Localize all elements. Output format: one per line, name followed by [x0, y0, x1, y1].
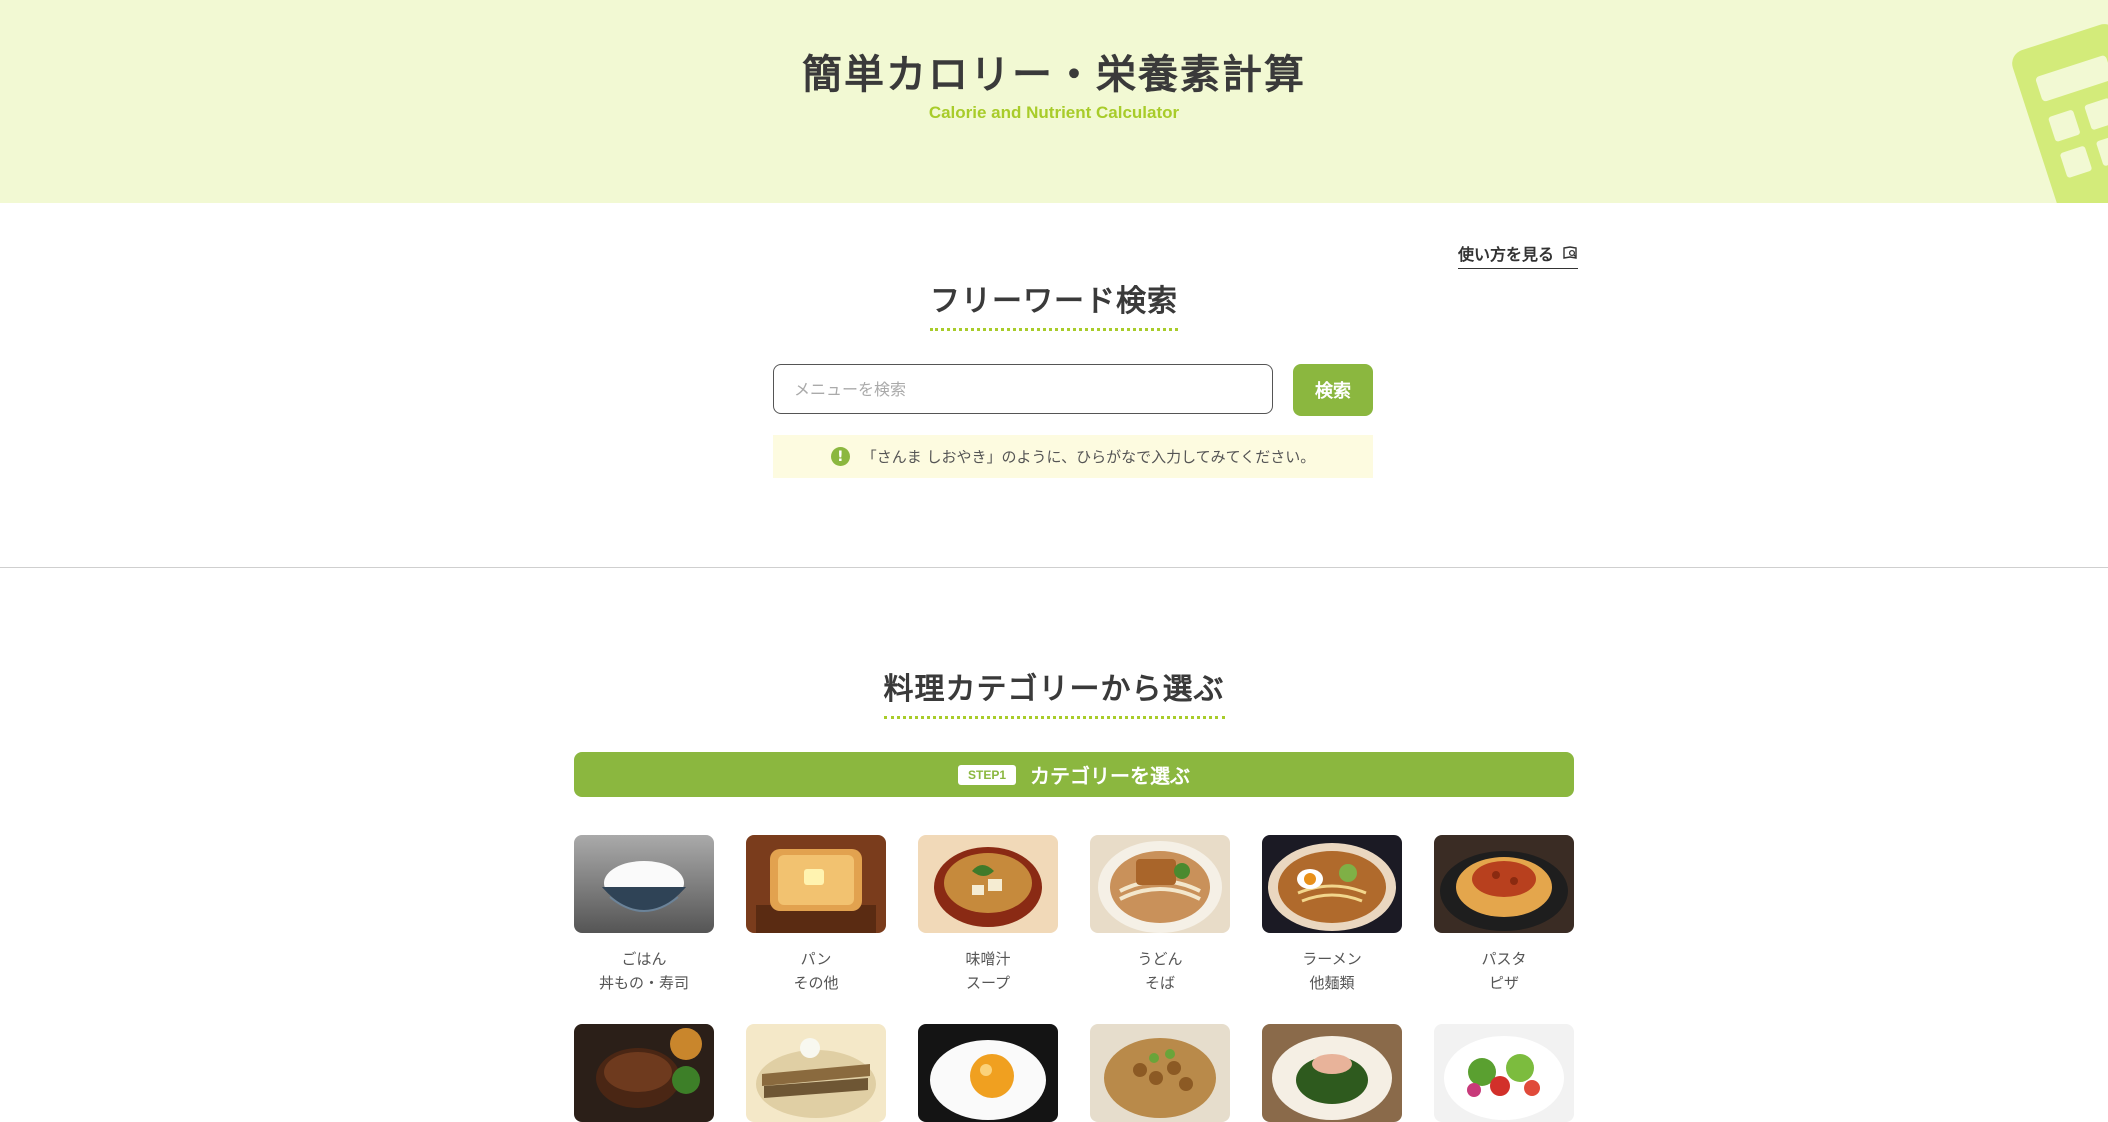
howto-label: 使い方を見る	[1458, 245, 1555, 264]
search-section: フリーワード検索	[0, 276, 2108, 331]
category-section: 料理カテゴリーから選ぶ	[0, 664, 2108, 719]
category-item-salad[interactable]	[1434, 1024, 1574, 1122]
page-title: 簡単カロリー・栄養素計算	[802, 52, 1306, 98]
category-item-ramen[interactable]: ラーメン 他麺類	[1262, 835, 1402, 995]
ramen-image	[1262, 835, 1402, 933]
grilled-fish-image	[746, 1024, 886, 1122]
fried-egg-image	[918, 1024, 1058, 1122]
category-item-miso-soup[interactable]: 味噌汁 スープ	[918, 835, 1058, 995]
category-label-line2: 他麺類	[1309, 974, 1355, 992]
search-input[interactable]	[773, 364, 1273, 414]
rice-bowl-image	[574, 835, 714, 933]
category-label-line2: スープ	[965, 974, 1011, 992]
category-item-egg[interactable]	[918, 1024, 1058, 1122]
page-subtitle: Calorie and Nutrient Calculator	[928, 103, 1180, 122]
step-badge: STEP1	[957, 764, 1016, 785]
search-button[interactable]: 検索	[1293, 364, 1373, 416]
category-item-bread[interactable]: パン その他	[746, 835, 886, 995]
category-item-natto[interactable]	[1090, 1024, 1230, 1122]
hamburg-steak-image	[574, 1024, 714, 1122]
category-item-rice[interactable]: ごはん 丼もの・寿司	[574, 835, 714, 995]
page-header: 簡単カロリー・栄養素計算 Calorie and Nutrient Calcul…	[0, 0, 2108, 203]
pasta-image	[1434, 835, 1574, 933]
category-item-grilled-fish[interactable]	[746, 1024, 886, 1122]
step-label: カテゴリーを選ぶ	[1030, 764, 1190, 788]
category-item-hamburg[interactable]	[574, 1024, 714, 1122]
toast-image	[746, 835, 886, 933]
step-bar: STEP1 カテゴリーを選ぶ	[574, 752, 1574, 797]
category-item-ohitashi[interactable]	[1262, 1024, 1402, 1122]
salad-image	[1434, 1024, 1574, 1122]
category-label-line2: ピザ	[1488, 974, 1519, 992]
category-label-line2: そば	[1144, 974, 1175, 992]
spinach-ohitashi-image	[1262, 1024, 1402, 1122]
category-label-line1: パン	[800, 950, 832, 968]
natto-image	[1090, 1024, 1230, 1122]
udon-image	[1090, 835, 1230, 933]
search-hint: ! 「さんま しおやき」のように、ひらがなで入力してみてください。	[773, 435, 1373, 478]
search-hint-text: 「さんま しおやき」のように、ひらがなで入力してみてください。	[861, 448, 1316, 466]
calculator-decoration-icon	[2012, 24, 2108, 203]
category-label-line2: その他	[793, 974, 839, 992]
exclamation-icon: !	[830, 447, 850, 466]
howto-link[interactable]: 使い方を見る	[1458, 241, 1579, 269]
category-label-line2: 丼もの・寿司	[598, 974, 689, 992]
category-label-line1: 味噌汁	[965, 950, 1011, 968]
category-label-line1: パスタ	[1481, 950, 1527, 968]
category-label-line1: ラーメン	[1302, 950, 1362, 968]
book-icon	[1563, 246, 1577, 259]
miso-soup-image	[918, 835, 1058, 933]
category-label-line1: うどん	[1137, 950, 1183, 968]
section-divider	[0, 567, 2108, 568]
category-item-udon[interactable]: うどん そば	[1090, 835, 1230, 995]
category-item-pasta[interactable]: パスタ ピザ	[1434, 835, 1574, 995]
search-section-title: フリーワード検索	[930, 276, 1178, 331]
category-section-title: 料理カテゴリーから選ぶ	[883, 664, 1225, 719]
category-label-line1: ごはん	[621, 950, 667, 968]
